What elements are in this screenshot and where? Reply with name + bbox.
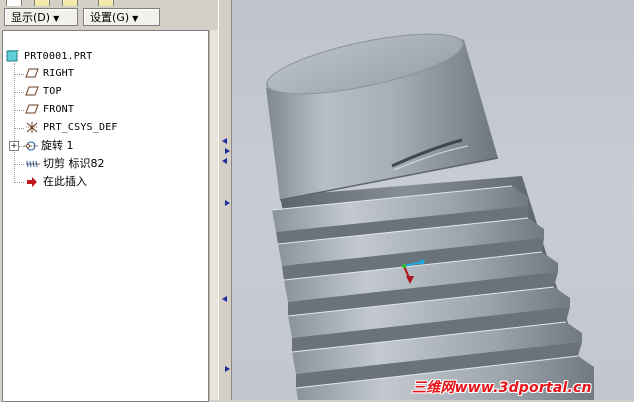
display-shortcut: (D) (33, 11, 51, 24)
datum-plane-icon (25, 67, 39, 79)
expand-right-icon[interactable] (225, 148, 230, 154)
tree-item-label: PRT_CSYS_DEF (43, 122, 118, 133)
part-head (265, 33, 499, 201)
tree-item-insert-here[interactable]: 在此插入 (25, 174, 87, 190)
tree-item-label: RIGHT (43, 68, 75, 79)
panel-splitter[interactable] (218, 0, 232, 400)
threaded-part-model (265, 33, 594, 400)
tree-root[interactable]: PRT0001.PRT (6, 49, 92, 65)
insert-here-arrow-icon (25, 176, 39, 188)
expand-right-icon[interactable] (225, 200, 230, 206)
tree-item-csys[interactable]: PRT_CSYS_DEF (25, 120, 118, 136)
expand-plus-icon[interactable]: + (9, 141, 19, 151)
settings-shortcut: (G) (112, 11, 130, 24)
tree-item-label: 切剪 标识82 (43, 157, 105, 170)
tree-item-top[interactable]: TOP (25, 84, 62, 100)
tree-item-label: 旋转 1 (41, 139, 74, 152)
collapse-left-icon[interactable] (222, 158, 227, 164)
model-tree-toolbar: 显示(D) ▼ 设置(G) ▼ (0, 6, 216, 30)
tree-item-label: FRONT (43, 104, 75, 115)
datum-plane-icon (25, 85, 39, 97)
tree-root-label: PRT0001.PRT (24, 51, 93, 62)
helical-cut-icon (25, 158, 40, 170)
tree-item-label: 在此插入 (43, 175, 87, 188)
chevron-down-icon: ▼ (53, 14, 60, 23)
tree-item-label: TOP (43, 86, 62, 97)
settings-dropdown[interactable]: 设置(G) ▼ (83, 8, 160, 26)
graphics-viewport[interactable]: 三维网www.3dportal.cn (232, 0, 634, 400)
model-tree: PRT0001.PRT RIGHT TOP FRONT PRT_CSYS_DEF… (2, 30, 209, 402)
coordinate-system-icon (25, 121, 39, 133)
revolve-feature-icon (23, 140, 38, 152)
tree-item-right[interactable]: RIGHT (25, 66, 74, 82)
watermark: 三维网www.3dportal.cn (412, 380, 592, 396)
thread-body (271, 176, 594, 400)
datum-plane-icon (25, 103, 39, 115)
tree-item-helical-cut[interactable]: 切剪 标识82 (25, 156, 105, 172)
tree-item-revolve[interactable]: + 旋转 1 (9, 138, 74, 154)
chevron-down-icon: ▼ (132, 14, 139, 23)
tree-header (3, 31, 208, 45)
collapse-left-icon[interactable] (222, 138, 227, 144)
display-label: 显示 (11, 11, 33, 24)
collapse-left-icon[interactable] (222, 296, 227, 302)
part-icon (6, 49, 20, 62)
tree-item-front[interactable]: FRONT (25, 102, 74, 118)
display-dropdown[interactable]: 显示(D) ▼ (4, 8, 78, 26)
expand-right-icon[interactable] (225, 366, 230, 372)
settings-label: 设置 (90, 11, 112, 24)
